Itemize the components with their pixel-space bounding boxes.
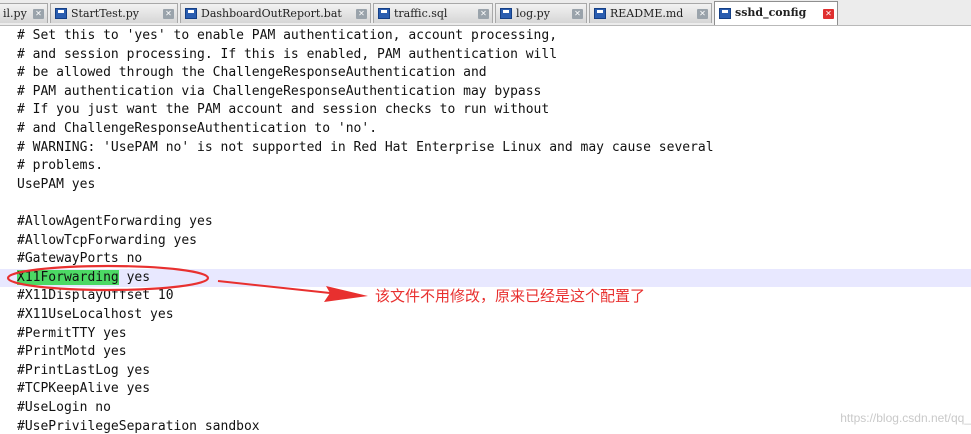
annotation-arrowhead bbox=[324, 286, 368, 302]
annotation-circle bbox=[6, 264, 210, 292]
watermark: https://blog.csdn.net/qq_ bbox=[840, 411, 971, 425]
annotation-note: 该文件不用修改，原来已经是这个配置了 bbox=[375, 287, 646, 305]
annotation-overlay bbox=[6, 264, 368, 302]
annotation-arrow-line bbox=[217, 280, 331, 294]
